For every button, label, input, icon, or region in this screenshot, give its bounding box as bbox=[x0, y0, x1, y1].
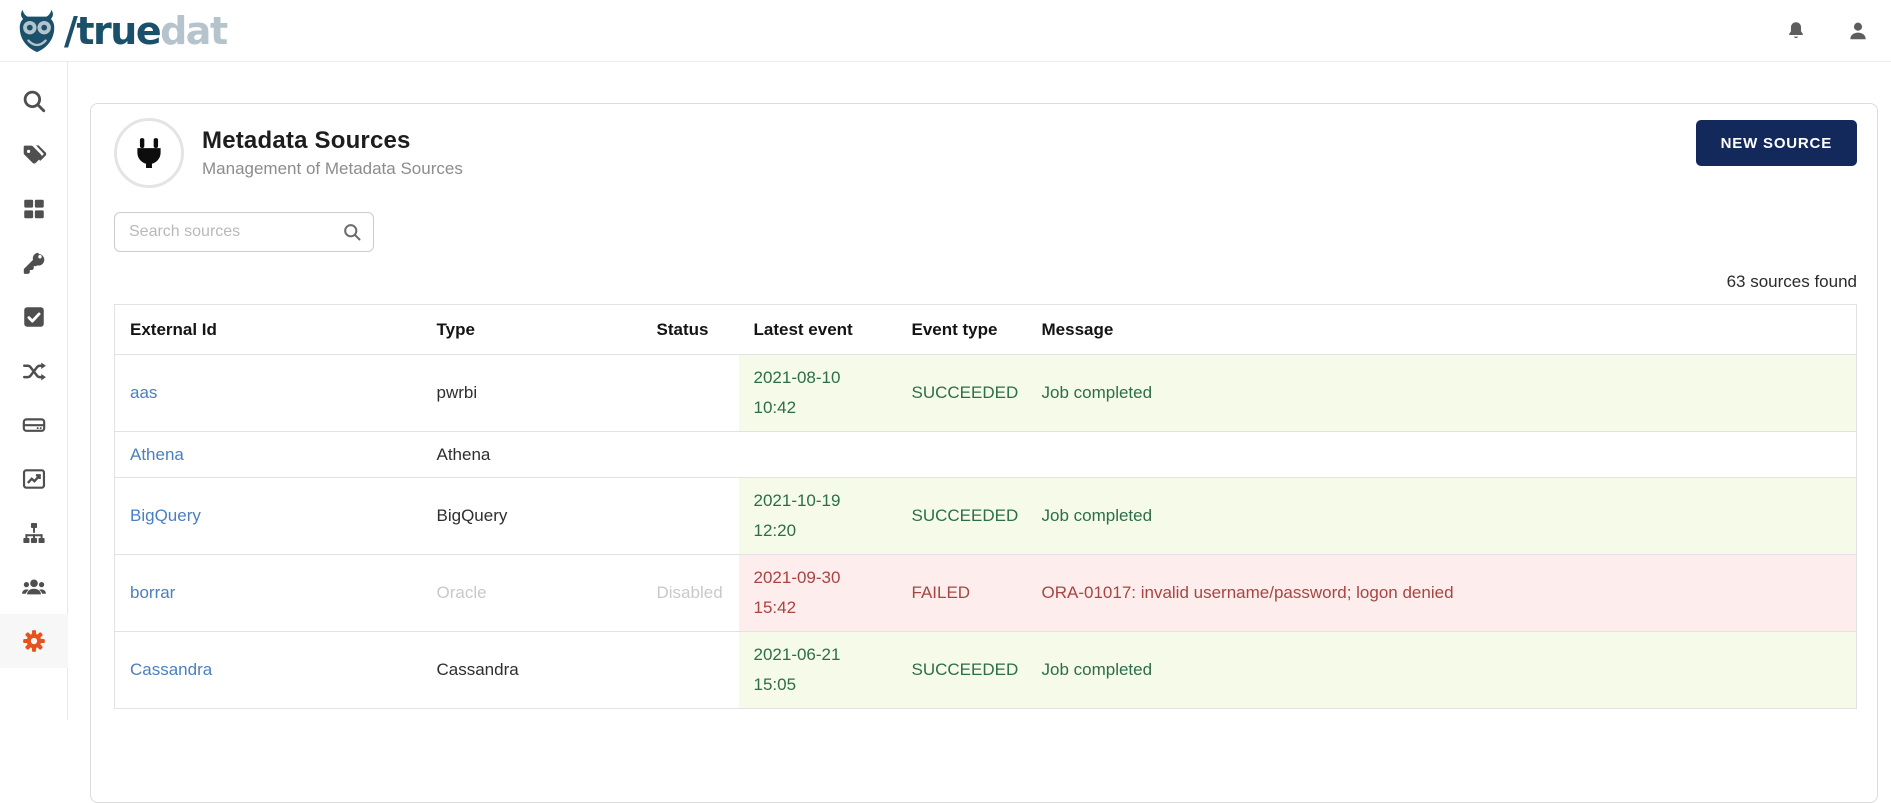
sources-table-body: aas pwrbi 2021-08-10 10:42 SUCCEEDED Job… bbox=[114, 354, 1857, 709]
type-cell: Athena bbox=[421, 431, 642, 478]
status-cell bbox=[641, 477, 739, 555]
search-icon bbox=[23, 90, 46, 113]
table-row: BigQuery BigQuery 2021-10-19 12:20 SUCCE… bbox=[114, 477, 1857, 555]
table-row: Cassandra Cassandra 2021-06-21 15:05 SUC… bbox=[114, 631, 1857, 709]
event-type-cell: SUCCEEDED bbox=[896, 477, 1027, 555]
latest-event-cell: 2021-09-30 15:42 bbox=[738, 554, 897, 632]
sidebar bbox=[0, 62, 68, 720]
type-cell: BigQuery bbox=[421, 477, 642, 555]
topbar-actions bbox=[1785, 20, 1877, 42]
users-icon bbox=[22, 579, 46, 595]
title-block: Metadata Sources Management of Metadata … bbox=[202, 127, 463, 179]
sidebar-item-data-structures[interactable] bbox=[0, 398, 68, 452]
latest-event-cell bbox=[738, 431, 897, 478]
sources-table: External Id Type Status Latest event Eve… bbox=[114, 304, 1857, 709]
page-subtitle: Management of Metadata Sources bbox=[202, 159, 463, 178]
column-header-latest-event: Latest event bbox=[738, 304, 897, 355]
source-link[interactable]: borrar bbox=[130, 583, 175, 602]
sidebar-item-users[interactable] bbox=[0, 560, 68, 614]
latest-event-cell: 2021-10-19 12:20 bbox=[738, 477, 897, 555]
source-link[interactable]: Cassandra bbox=[130, 660, 212, 679]
source-link[interactable]: BigQuery bbox=[130, 506, 201, 525]
table-row: aas pwrbi 2021-08-10 10:42 SUCCEEDED Job… bbox=[114, 354, 1857, 432]
sidebar-item-taxonomy[interactable] bbox=[0, 506, 68, 560]
sidebar-item-search[interactable] bbox=[0, 74, 68, 128]
sidebar-item-permissions[interactable] bbox=[0, 236, 68, 290]
plug-icon bbox=[137, 138, 161, 169]
status-cell bbox=[641, 631, 739, 709]
notifications-bell-icon[interactable] bbox=[1785, 20, 1807, 42]
source-link[interactable]: Athena bbox=[130, 445, 184, 464]
page-title: Metadata Sources bbox=[202, 127, 411, 154]
metadata-sources-panel: Metadata Sources Management of Metadata … bbox=[90, 103, 1878, 803]
table-row: borrar Oracle Disabled 2021-09-30 15:42 … bbox=[114, 554, 1857, 632]
message-cell: Job completed bbox=[1026, 477, 1857, 555]
column-header-type: Type bbox=[421, 304, 642, 355]
column-header-external-id: External Id bbox=[114, 304, 422, 355]
message-cell: Job completed bbox=[1026, 631, 1857, 709]
sidebar-item-quality[interactable] bbox=[0, 290, 68, 344]
status-cell bbox=[641, 431, 739, 478]
key-icon bbox=[23, 252, 45, 274]
tags-icon bbox=[23, 145, 47, 164]
column-header-event-type: Event type bbox=[896, 304, 1027, 355]
latest-event-cell: 2021-06-21 15:05 bbox=[738, 631, 897, 709]
event-type-cell: SUCCEEDED bbox=[896, 631, 1027, 709]
message-cell: Job completed bbox=[1026, 354, 1857, 432]
sidebar-item-tags[interactable] bbox=[0, 128, 68, 182]
sidebar-item-lineage[interactable] bbox=[0, 344, 68, 398]
source-link[interactable]: aas bbox=[130, 383, 157, 402]
top-bar: /truedat bbox=[0, 0, 1891, 62]
column-header-message: Message bbox=[1026, 304, 1857, 355]
external-id-cell: Cassandra bbox=[114, 631, 422, 709]
type-cell: Oracle bbox=[421, 554, 642, 632]
settings-gear-icon bbox=[23, 630, 45, 652]
search-box bbox=[114, 212, 374, 252]
logo-text: /truedat bbox=[64, 8, 228, 53]
sidebar-item-analytics[interactable] bbox=[0, 452, 68, 506]
source-avatar bbox=[114, 118, 184, 188]
search-icon bbox=[344, 224, 361, 241]
new-source-button[interactable]: NEW SOURCE bbox=[1695, 120, 1857, 166]
truedat-logo[interactable]: /truedat bbox=[14, 8, 228, 54]
message-cell: ORA-01017: invalid username/password; lo… bbox=[1026, 554, 1857, 632]
status-cell: Disabled bbox=[641, 554, 739, 632]
event-type-cell bbox=[896, 431, 1027, 478]
message-cell bbox=[1026, 431, 1857, 478]
event-type-cell: SUCCEEDED bbox=[896, 354, 1027, 432]
external-id-cell: BigQuery bbox=[114, 477, 422, 555]
sidebar-item-settings[interactable] bbox=[0, 614, 68, 668]
status-cell bbox=[641, 354, 739, 432]
external-id-cell: Athena bbox=[114, 431, 422, 478]
type-cell: pwrbi bbox=[421, 354, 642, 432]
sitemap-icon bbox=[23, 523, 45, 543]
check-square-icon bbox=[24, 307, 44, 327]
hard-drive-icon bbox=[22, 418, 46, 432]
table-row: Athena Athena bbox=[114, 431, 1857, 478]
latest-event-cell: 2021-08-10 10:42 bbox=[738, 354, 897, 432]
type-cell: Cassandra bbox=[421, 631, 642, 709]
owl-logo-icon bbox=[19, 9, 55, 52]
column-header-status: Status bbox=[641, 304, 739, 355]
shuffle-icon bbox=[23, 362, 46, 381]
grid-icon bbox=[24, 199, 44, 219]
results-count: 63 sources found bbox=[1726, 272, 1857, 291]
user-avatar-icon[interactable] bbox=[1847, 20, 1869, 42]
chart-line-icon bbox=[22, 469, 46, 489]
panel-header: Metadata Sources Management of Metadata … bbox=[114, 118, 1857, 188]
event-type-cell: FAILED bbox=[896, 554, 1027, 632]
external-id-cell: aas bbox=[114, 354, 422, 432]
table-header-row: External Id Type Status Latest event Eve… bbox=[114, 304, 1857, 355]
search-input[interactable] bbox=[114, 212, 374, 252]
external-id-cell: borrar bbox=[114, 554, 422, 632]
sidebar-item-dashboard[interactable] bbox=[0, 182, 68, 236]
